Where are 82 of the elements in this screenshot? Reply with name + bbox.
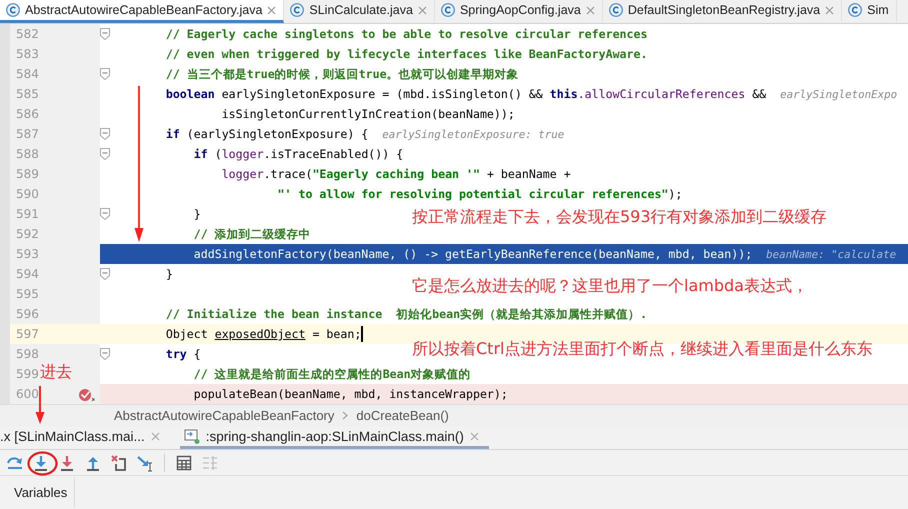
code-line: if (earlySingletonExposure) { — [166, 127, 368, 141]
chevron-icon — [342, 411, 348, 420]
class-icon — [290, 3, 304, 17]
code-line: // Initialize the bean instance 初始化bean实例（就是给其添加属性并赋值）. — [166, 306, 648, 322]
line-number: 590 — [16, 187, 39, 201]
line-number: 598 — [16, 347, 39, 361]
line-number: 599 — [16, 367, 39, 381]
code-line: "' to allow for resolving potential circular references"); — [278, 187, 682, 201]
fold-icon[interactable] — [100, 128, 110, 140]
drop-frame-icon[interactable] — [110, 454, 128, 472]
code-line: Object exposedObject = bean; — [166, 327, 362, 341]
close-icon[interactable] — [825, 6, 834, 14]
code-line: logger.trace("Eagerly caching bean '" + beanName + — [222, 167, 571, 181]
line-number: 592 — [16, 227, 39, 241]
line-number: 600 — [16, 387, 39, 401]
line-number: 584 — [16, 67, 39, 81]
editor-tab[interactable]: SpringAopConfig.java — [434, 0, 603, 23]
breadcrumb-item[interactable]: AbstractAutowireCapableBeanFactory — [114, 408, 334, 423]
line-number: 586 — [16, 107, 39, 121]
fold-icon[interactable] — [100, 28, 110, 40]
line-number: 593 — [16, 247, 39, 261]
fold-icon[interactable] — [100, 208, 110, 220]
close-icon[interactable] — [267, 6, 276, 14]
annotation-note: 它是怎么放进去的呢？这里也用了一个lambda表达式， — [412, 276, 808, 297]
class-icon — [848, 3, 862, 17]
line-number: 595 — [16, 287, 39, 301]
highlight-circle — [27, 451, 58, 476]
line-number: 588 — [16, 147, 39, 161]
annotation-note: 按正常流程走下去，会发现在593行有对象添加到二级缓存 — [412, 207, 827, 228]
code-line: // Eagerly cache singletons to be able to resolve circular references — [166, 27, 648, 41]
line-number: 589 — [16, 167, 39, 181]
breadcrumb-item[interactable]: doCreateBean() — [356, 408, 449, 423]
step-into-icon[interactable] — [32, 454, 50, 472]
inline-value-hint: earlySingletonExpo — [780, 88, 898, 100]
close-icon[interactable] — [470, 432, 479, 440]
inline-value-hint: beanName: "calculate — [766, 248, 896, 260]
code-line: // even when triggered by lifecycle interfaces like BeanFactoryAware. — [166, 47, 648, 61]
fold-icon[interactable] — [100, 268, 110, 280]
text-cursor — [361, 326, 363, 342]
breakpoint-icon[interactable] — [78, 386, 98, 402]
run-tab[interactable]: .x [SLinMainClass.mai... — [0, 426, 170, 449]
editor-tab[interactable]: DefaultSingletonBeanRegistry.java — [602, 0, 842, 23]
line-number: 587 — [16, 127, 39, 141]
class-icon — [440, 3, 455, 17]
code-line: boolean earlySingletonExposure = (mbd.isSingleton() && this.allowCircularReferences && — [166, 87, 766, 101]
class-icon — [6, 3, 20, 17]
editor-tab[interactable]: Sim — [842, 0, 897, 23]
fold-icon[interactable] — [100, 148, 110, 160]
class-icon — [608, 3, 623, 17]
annotation-note: 进去 — [40, 362, 72, 383]
code-line: } — [194, 207, 201, 221]
close-icon[interactable] — [150, 432, 160, 440]
console-icon — [184, 428, 200, 444]
line-number: 585 — [16, 87, 39, 101]
annotation-note: 所以按着Ctrl点进方法里面打个断点，继续进入看里面是什么东东 — [412, 339, 872, 360]
line-number: 582 — [16, 27, 39, 41]
code-line: if (logger.isTraceEnabled()) { — [194, 147, 404, 161]
code-line: // 这里就是给前面生成的空属性的Bean对象赋值的 — [194, 366, 471, 382]
run-to-cursor-icon[interactable] — [136, 454, 154, 472]
editor-tab[interactable]: SLinCalculate.java — [284, 0, 435, 23]
panel-tab[interactable]: Variables — [14, 476, 75, 508]
code-line: try { — [166, 347, 201, 361]
line-number: 596 — [16, 307, 39, 321]
code-line: addSingletonFactory(beanName, () -> getEarlyBeanReference(beanName, mbd, bean)); — [194, 247, 752, 261]
editor-tab[interactable]: AbstractAutowireCapableBeanFactory.java — [0, 0, 284, 23]
code-line: populateBean(beanName, mbd, instanceWrapper); — [194, 387, 508, 401]
code-line: // 添加到二级缓存中 — [194, 226, 311, 242]
line-number: 591 — [16, 207, 39, 221]
fold-icon[interactable] — [100, 68, 110, 80]
code-line: } — [166, 267, 173, 281]
line-number: 594 — [16, 267, 39, 281]
fold-icon[interactable] — [100, 348, 110, 360]
force-step-into-icon[interactable] — [58, 454, 76, 472]
close-icon[interactable] — [586, 6, 595, 14]
code-line: isSingletonCurrentlyInCreation(beanName)); — [222, 107, 515, 121]
calculator-icon[interactable] — [175, 454, 193, 472]
run-tab[interactable]: :spring-shanglin-aop:SLinMainClass.main() — [180, 426, 489, 449]
inline-value-hint: earlySingletonExposure: true — [382, 128, 564, 140]
line-number: 583 — [16, 47, 39, 61]
code-line: // 当三个都是true的时候，则返回true。也就可以创建早期对象 — [166, 66, 519, 82]
close-icon[interactable] — [418, 6, 427, 14]
line-number: 597 — [16, 327, 39, 341]
